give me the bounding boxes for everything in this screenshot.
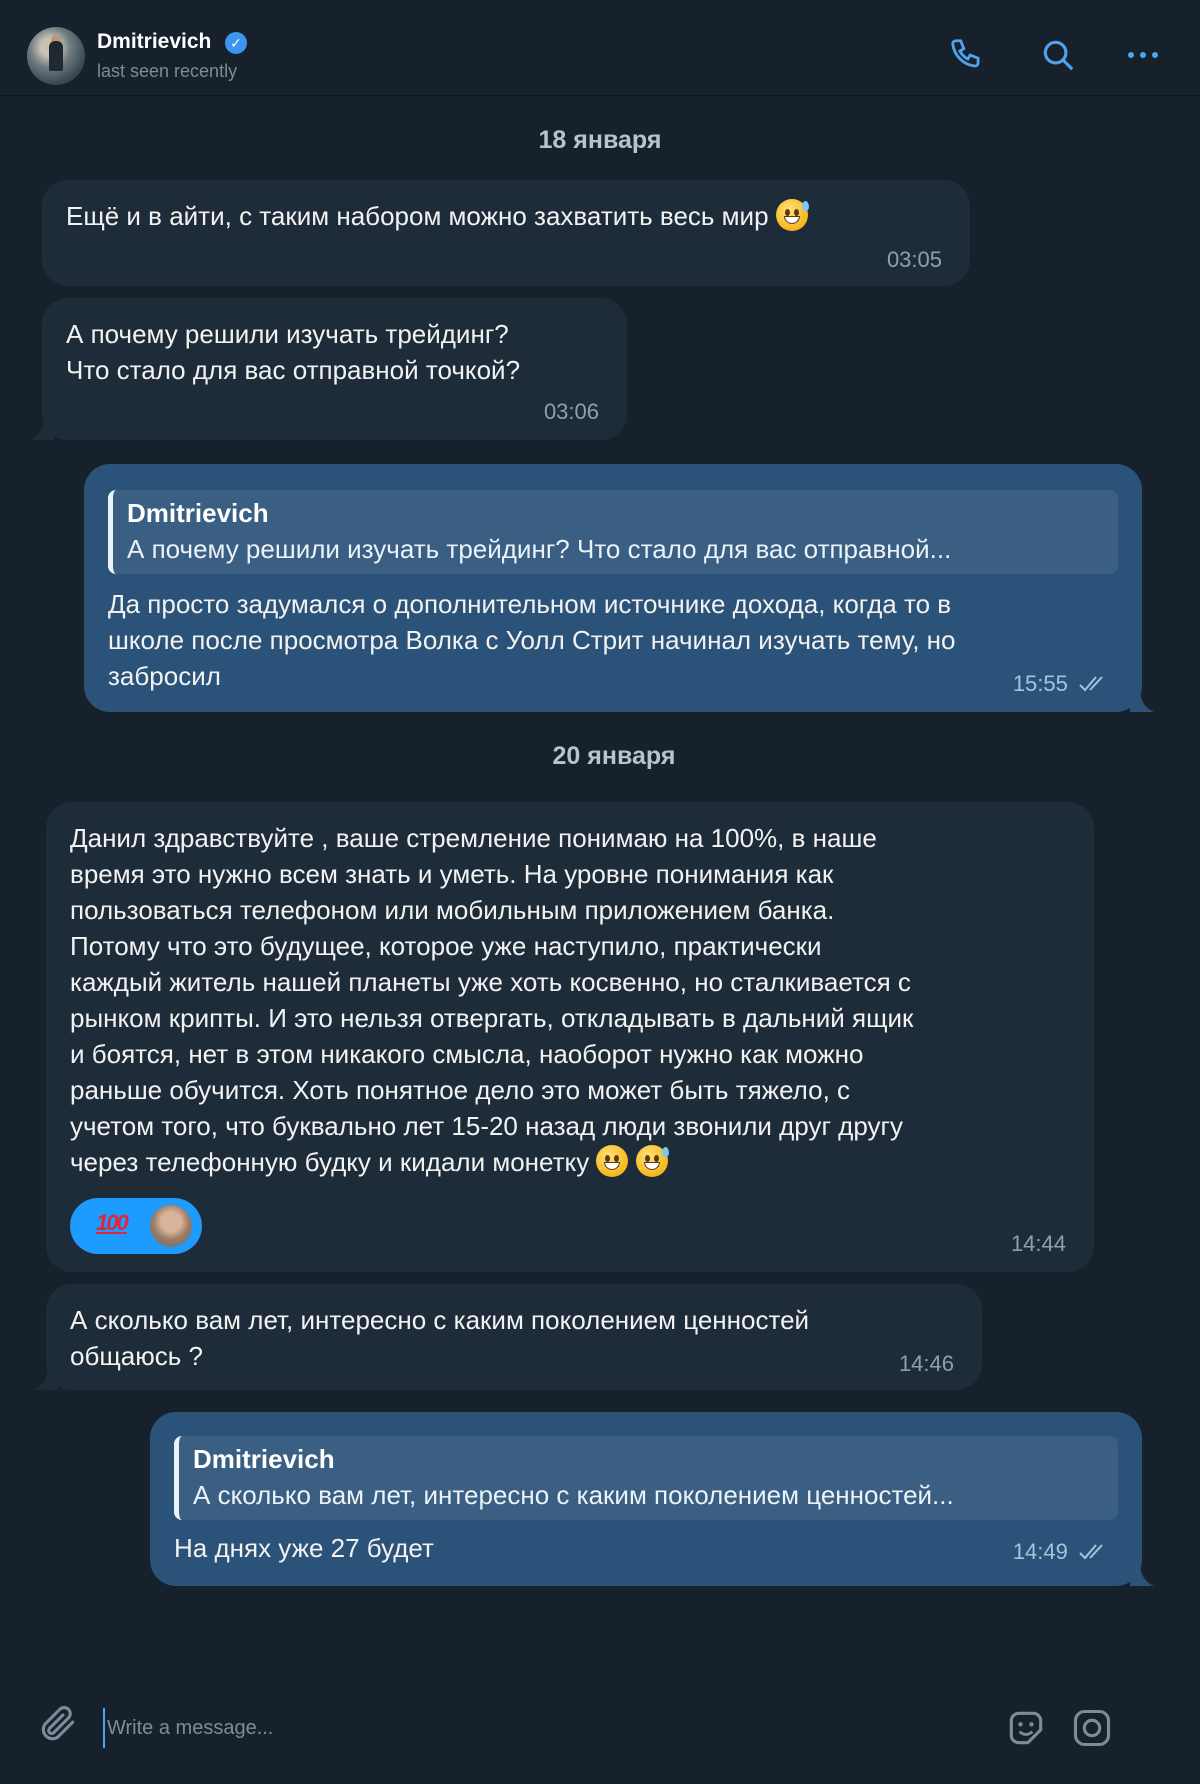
message-incoming[interactable]: Данил здравствуйте , ваше стремление пон… xyxy=(46,802,1094,1272)
contact-avatar[interactable] xyxy=(27,27,85,85)
sweat-smile-emoji-icon xyxy=(775,199,809,231)
message-time: 14:49 xyxy=(1013,1534,1112,1570)
read-checks-icon xyxy=(1079,676,1103,692)
avatar-figure xyxy=(49,41,63,71)
date-separator: 18 января xyxy=(538,126,662,154)
message-incoming[interactable]: А сколько вам лет, интересно с каким пок… xyxy=(46,1284,982,1390)
search-icon[interactable] xyxy=(1037,34,1079,76)
message-text: Да просто задумался о дополнительном ист… xyxy=(108,589,956,691)
message-outgoing[interactable]: Dmitrievich А сколько вам лет, интересно… xyxy=(150,1412,1142,1586)
message-time: 14:44 xyxy=(1010,1231,1066,1256)
chat-header: Dmitrievich ✓ last seen recently xyxy=(0,0,1200,96)
message-time: 15:55 xyxy=(1013,666,1112,702)
bubble-tail xyxy=(1130,1562,1154,1586)
message-time: 14:46 xyxy=(898,1351,954,1376)
camera-icon[interactable] xyxy=(1070,1706,1114,1750)
message-time: 03:06 xyxy=(543,399,599,424)
sweat-smile-emoji-icon xyxy=(635,1145,669,1177)
message-time: 03:05 xyxy=(886,247,942,272)
message-text: Ещё и в айти, с таким набором можно захв… xyxy=(66,201,769,231)
contact-status: last seen recently xyxy=(97,61,238,81)
message-incoming[interactable]: Ещё и в айти, с таким набором можно захв… xyxy=(42,180,970,286)
message-outgoing[interactable]: Dmitrievich А почему решили изучать трей… xyxy=(84,464,1142,712)
message-text: На днях уже 27 будет xyxy=(174,1533,434,1563)
message-incoming[interactable]: А почему решили изучать трейдинг? Что ст… xyxy=(42,298,627,440)
contact-name[interactable]: Dmitrievich xyxy=(97,30,211,54)
reply-snippet: А сколько вам лет, интересно с каким пок… xyxy=(193,1480,954,1510)
hundred-points-icon: 100 xyxy=(96,1210,129,1235)
reply-author: Dmitrievich xyxy=(127,498,269,528)
message-text: Данил здравствуйте , ваше стремление пон… xyxy=(70,823,914,1177)
more-icon[interactable] xyxy=(1122,34,1164,76)
message-input[interactable] xyxy=(103,1708,903,1748)
message-text: А сколько вам лет, интересно с каким пок… xyxy=(70,1305,810,1371)
reply-author: Dmitrievich xyxy=(193,1444,335,1474)
sticker-icon[interactable] xyxy=(1004,1706,1048,1750)
message-text: А почему решили изучать трейдинг? Что ст… xyxy=(66,319,521,385)
reaction-100[interactable]: 100 xyxy=(70,1198,202,1254)
verified-icon: ✓ xyxy=(225,32,247,54)
message-composer xyxy=(0,1672,1200,1784)
reply-preview[interactable]: Dmitrievich А сколько вам лет, интересно… xyxy=(174,1436,1118,1520)
date-separator: 20 января xyxy=(552,742,676,770)
reactor-avatar xyxy=(148,1203,194,1249)
reply-snippet: А почему решили изучать трейдинг? Что ст… xyxy=(127,534,952,564)
bubble-tail xyxy=(1130,688,1154,712)
reply-preview[interactable]: Dmitrievich А почему решили изучать трей… xyxy=(108,490,1118,574)
bubble-tail xyxy=(34,1366,58,1390)
attach-icon[interactable] xyxy=(36,1702,80,1746)
phone-icon[interactable] xyxy=(946,34,988,76)
grin-emoji-icon xyxy=(596,1145,629,1177)
read-checks-icon xyxy=(1079,1544,1103,1560)
bubble-tail xyxy=(30,416,54,440)
